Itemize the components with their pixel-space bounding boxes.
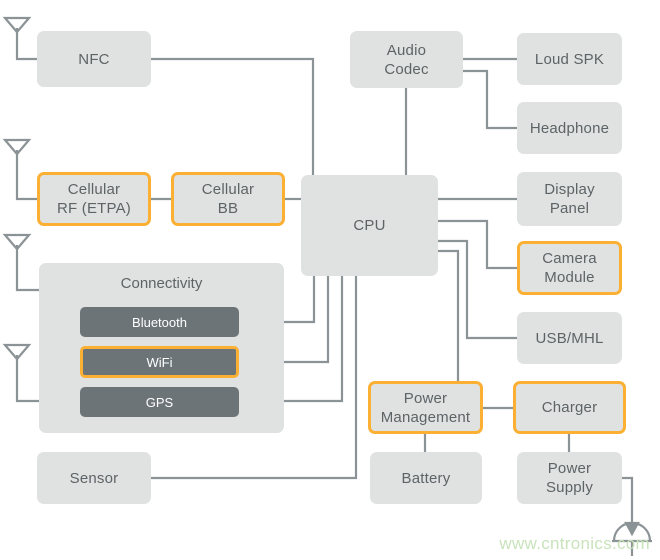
block-charger-label: Charger bbox=[541, 399, 598, 416]
subblock-wifi-label: WiFi bbox=[146, 354, 173, 370]
block-loud-spk-label: Loud SPK bbox=[534, 50, 605, 68]
block-audio-codec[interactable]: Audio Codec bbox=[350, 31, 463, 88]
block-battery-label: Battery bbox=[401, 469, 451, 487]
block-sensor-label: Sensor bbox=[69, 469, 119, 487]
subblock-bluetooth[interactable]: Bluetooth bbox=[80, 307, 239, 337]
block-display-panel[interactable]: Display Panel bbox=[517, 172, 622, 226]
wire-nfc-cpu bbox=[151, 57, 315, 175]
wire-antenna-gps bbox=[15, 355, 39, 403]
wire-powersupply-vibrator bbox=[622, 476, 634, 524]
antenna-icon-1 bbox=[2, 16, 32, 34]
block-diagram-canvas: NFC Cellular RF (ETPA) Cellular BB CPU A… bbox=[0, 0, 660, 560]
wire-antenna-cellular bbox=[15, 150, 38, 201]
wire-antenna-bt bbox=[15, 245, 39, 292]
block-audio-codec-label: Audio Codec bbox=[384, 41, 429, 78]
block-sensor[interactable]: Sensor bbox=[37, 452, 151, 504]
wire-cpu-usb bbox=[438, 239, 517, 340]
antenna-icon-4 bbox=[2, 343, 32, 361]
antenna-icon-2 bbox=[2, 138, 32, 156]
block-usb-mhl[interactable]: USB/MHL bbox=[517, 312, 622, 364]
block-cpu[interactable]: CPU bbox=[301, 175, 438, 276]
watermark: www.cntronics.com bbox=[499, 534, 650, 553]
wire-cpu-bluetooth bbox=[284, 276, 316, 324]
block-headphone[interactable]: Headphone bbox=[517, 102, 622, 154]
subblock-gps[interactable]: GPS bbox=[80, 387, 239, 417]
group-connectivity-title: Connectivity bbox=[120, 275, 203, 292]
subblock-wifi[interactable]: WiFi bbox=[80, 346, 239, 378]
wire-cpu-gps bbox=[284, 276, 344, 403]
block-power-management-label: Power Management bbox=[380, 389, 471, 426]
block-cellular-bb-label: Cellular BB bbox=[201, 181, 255, 217]
block-display-panel-label: Display Panel bbox=[544, 181, 595, 217]
antenna-icon-group bbox=[2, 16, 32, 361]
block-cpu-label: CPU bbox=[353, 217, 386, 234]
subblock-gps-label: GPS bbox=[145, 394, 174, 410]
wire-codec-headphone bbox=[463, 69, 517, 130]
block-camera-module-label: Camera Module bbox=[542, 250, 597, 286]
subblock-bluetooth-label: Bluetooth bbox=[132, 314, 187, 330]
block-cellular-rf-label: Cellular RF (ETPA) bbox=[56, 181, 132, 217]
wire-cpu-wifi bbox=[284, 276, 330, 364]
block-usb-mhl-label: USB/MHL bbox=[535, 329, 604, 347]
block-power-management[interactable]: Power Management bbox=[368, 381, 483, 434]
block-cellular-bb[interactable]: Cellular BB bbox=[171, 172, 285, 226]
block-charger[interactable]: Charger bbox=[513, 381, 626, 434]
antenna-icon-3 bbox=[2, 233, 32, 251]
block-power-supply[interactable]: Power Supply bbox=[517, 452, 622, 504]
block-battery[interactable]: Battery bbox=[370, 452, 482, 504]
block-power-supply-label: Power Supply bbox=[545, 460, 594, 496]
wire-cpu-camera bbox=[438, 219, 517, 270]
block-nfc-label: NFC bbox=[78, 50, 110, 68]
block-camera-module[interactable]: Camera Module bbox=[517, 241, 622, 295]
block-nfc[interactable]: NFC bbox=[37, 31, 151, 87]
block-headphone-label: Headphone bbox=[529, 119, 610, 137]
block-cellular-rf[interactable]: Cellular RF (ETPA) bbox=[37, 172, 151, 226]
block-loud-spk[interactable]: Loud SPK bbox=[517, 33, 622, 85]
wire-antenna-nfc bbox=[15, 28, 38, 61]
